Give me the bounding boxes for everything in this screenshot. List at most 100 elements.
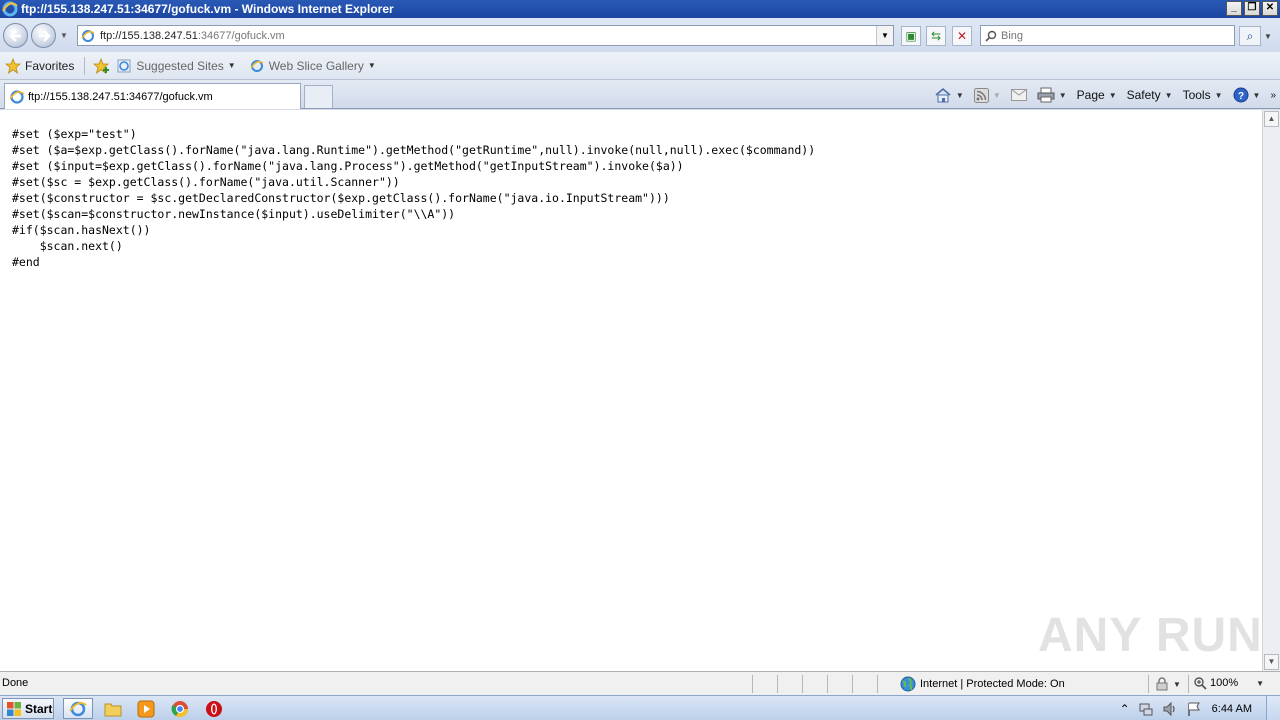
feeds-button[interactable]: ▼ (973, 87, 1001, 103)
compatibility-view-button[interactable]: ▣ (901, 26, 921, 46)
forward-arrow-icon (39, 30, 51, 42)
taskbar: Start ⌃ 6:44 AM (0, 695, 1280, 720)
rss-feed-icon (973, 87, 989, 103)
divider (827, 675, 828, 693)
add-to-favorites-bar-button[interactable] (93, 57, 111, 74)
show-desktop-button[interactable] (1266, 696, 1280, 720)
web-slice-gallery-link[interactable]: Web Slice Gallery ▼ (250, 59, 376, 73)
windows-logo-icon (7, 701, 21, 716)
tab-row: ftp://155.138.247.51:34677/gofuck.vm ▼ ▼ (0, 80, 1280, 109)
print-button[interactable]: ▼ (1037, 87, 1067, 103)
more-commands-chevron-icon[interactable]: » (1270, 90, 1276, 101)
taskbar-media-player[interactable] (131, 698, 161, 719)
refresh-button[interactable]: ⇆ (926, 26, 946, 46)
divider (84, 56, 86, 75)
chevron-down-icon: ▼ (1164, 90, 1173, 100)
page-menu-label: Page (1076, 88, 1105, 102)
search-box[interactable] (980, 25, 1235, 46)
suggested-sites-label: Suggested Sites (136, 58, 224, 73)
chevron-down-icon: ▼ (1108, 90, 1117, 100)
chevron-down-icon: ▼ (1252, 90, 1261, 100)
status-text: Done (2, 677, 29, 689)
title-bar: ftp://155.138.247.51:34677/gofuck.vm - W… (0, 0, 1280, 18)
home-button[interactable]: ▼ (934, 87, 964, 103)
tools-menu-label: Tools (1182, 88, 1211, 102)
ie-tab-icon (9, 89, 25, 104)
divider (1148, 675, 1149, 693)
close-button[interactable]: ✕ (1262, 1, 1278, 16)
security-zone-label: Internet | Protected Mode: On (920, 678, 1065, 690)
page-icon (81, 29, 95, 42)
vm-file-text: #set ($exp="test") #set ($a=$exp.getClas… (12, 127, 816, 269)
media-player-icon (137, 700, 155, 717)
page-menu[interactable]: Page ▼ (1077, 88, 1117, 102)
search-go-button[interactable]: ⌕ (1239, 26, 1261, 46)
divider (877, 675, 878, 693)
help-button[interactable]: ? ▼ (1233, 87, 1261, 103)
start-label: Start (25, 701, 53, 716)
forward-button[interactable] (31, 23, 56, 48)
ie-page-icon (250, 59, 264, 72)
folder-icon (104, 703, 122, 716)
minimize-button[interactable]: _ (1226, 1, 1242, 16)
system-tray: ⌃ 6:44 AM (1120, 696, 1280, 720)
suggested-sites-link[interactable]: Suggested Sites ▼ (117, 58, 236, 73)
address-url: ftp://155.138.247.51:34677/gofuck.vm (100, 29, 285, 42)
divider (752, 675, 753, 693)
lock-icon (1156, 677, 1168, 691)
zoom-control[interactable]: 100% ▼ (1193, 676, 1264, 690)
show-hidden-icons-icon[interactable]: ⌃ (1120, 702, 1130, 716)
tab-title: ftp://155.138.247.51:34677/gofuck.vm (28, 90, 213, 103)
back-button[interactable] (3, 23, 28, 48)
command-bar: ▼ ▼ ▼ Page ▼ Safety ▼ Tools ▼ ? ▼ » (934, 84, 1280, 106)
opera-icon (206, 700, 222, 717)
read-mail-button[interactable] (1010, 89, 1027, 101)
search-options-dropdown-icon[interactable]: ▼ (1264, 32, 1272, 41)
favorites-star-icon (5, 57, 21, 74)
recent-pages-dropdown-icon[interactable]: ▼ (60, 31, 68, 40)
search-icon (985, 30, 997, 42)
network-icon[interactable] (1138, 701, 1154, 717)
vertical-scrollbar[interactable]: ▲ ▼ (1262, 110, 1280, 671)
home-icon (935, 87, 951, 103)
chrome-icon (171, 700, 189, 717)
new-tab-button[interactable] (304, 85, 333, 108)
security-zone[interactable]: Internet | Protected Mode: On (900, 676, 1065, 692)
start-button[interactable]: Start (2, 698, 54, 719)
taskbar-opera[interactable] (199, 698, 229, 719)
taskbar-chrome[interactable] (165, 698, 195, 719)
svg-text:?: ? (1237, 91, 1243, 102)
chevron-down-icon: ▼ (992, 90, 1001, 100)
ie-logo-icon (2, 1, 18, 17)
window-title: ftp://155.138.247.51:34677/gofuck.vm - W… (21, 2, 394, 16)
favorites-button[interactable]: Favorites (5, 57, 75, 74)
chevron-down-icon: ▼ (1173, 679, 1181, 689)
chevron-down-icon: ▼ (955, 90, 964, 100)
search-input[interactable] (1001, 29, 1221, 42)
address-field[interactable]: ftp://155.138.247.51:34677/gofuck.vm ▼ (77, 25, 894, 46)
web-slice-gallery-label: Web Slice Gallery (268, 58, 364, 73)
zoom-icon (1194, 677, 1207, 690)
zoom-level: 100% (1210, 677, 1239, 689)
scroll-down-arrow-icon[interactable]: ▼ (1264, 654, 1279, 670)
taskbar-explorer[interactable] (98, 698, 128, 719)
chevron-down-icon: ▼ (1214, 90, 1223, 100)
action-center-flag-icon[interactable] (1186, 701, 1202, 717)
ie-page-icon (117, 59, 131, 72)
divider (1188, 675, 1189, 693)
safety-menu[interactable]: Safety ▼ (1127, 88, 1173, 102)
chevron-down-icon: ▼ (1058, 90, 1067, 100)
address-dropdown-button[interactable]: ▼ (876, 26, 893, 45)
taskbar-internet-explorer[interactable] (63, 698, 93, 719)
tools-menu[interactable]: Tools ▼ (1183, 88, 1223, 102)
window-controls: _ ❐ ✕ (1226, 1, 1278, 16)
tab-current[interactable]: ftp://155.138.247.51:34677/gofuck.vm (4, 83, 301, 109)
favorites-label: Favorites (25, 58, 75, 73)
scroll-up-arrow-icon[interactable]: ▲ (1264, 111, 1279, 127)
protected-mode-button[interactable]: ▼ (1155, 677, 1181, 691)
anyrun-watermark: ANY RUN (1038, 609, 1263, 662)
restore-button[interactable]: ❐ (1244, 1, 1260, 16)
volume-icon[interactable] (1162, 701, 1178, 717)
stop-button[interactable]: ✕ (952, 26, 972, 46)
safety-menu-label: Safety (1126, 88, 1161, 102)
